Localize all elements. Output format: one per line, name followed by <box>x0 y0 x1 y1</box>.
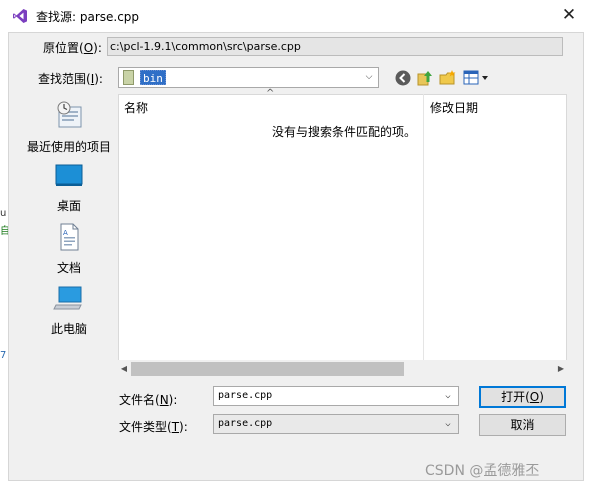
recent-items-icon <box>57 101 82 128</box>
filetype-label: 文件类型(T): <box>119 420 188 434</box>
watermark: CSDN @孟德雅丕 <box>425 463 540 479</box>
empty-message: 没有与搜索条件匹配的项。 <box>272 125 417 139</box>
place-label: 最近使用的项目 <box>26 140 111 154</box>
view-menu-button[interactable] <box>463 69 491 87</box>
scrollbar-thumb[interactable] <box>131 362 404 376</box>
place-label: 此电脑 <box>50 322 87 336</box>
location-field: c:\pcl-1.9.1\common\src\parse.cpp <box>107 37 563 56</box>
place-label: 桌面 <box>56 199 81 213</box>
svg-text:A: A <box>63 229 68 237</box>
desktop-icon <box>55 164 83 186</box>
chevron-down-icon[interactable]: ⌵ <box>442 418 454 430</box>
open-button[interactable]: 打开(O) <box>479 386 566 408</box>
cancel-button[interactable]: 取消 <box>479 414 566 436</box>
documents-icon: A <box>60 223 79 251</box>
place-documents[interactable]: A 文档 <box>26 222 112 276</box>
lookin-combo[interactable]: bin ⌵ <box>118 67 379 88</box>
place-this-pc[interactable]: 此电脑 <box>26 285 112 337</box>
filename-value: parse.cpp <box>218 390 273 401</box>
folder-icon <box>123 70 134 85</box>
visual-studio-icon <box>13 9 27 23</box>
lookin-label: 查找范围(I): <box>38 72 103 86</box>
this-pc-icon <box>53 286 82 310</box>
background-fragment: u <box>0 208 7 219</box>
scroll-right-icon[interactable]: ▶ <box>555 360 567 378</box>
column-header-name[interactable]: 名称 <box>124 99 148 116</box>
back-button[interactable] <box>393 68 413 88</box>
column-divider <box>423 94 424 360</box>
up-folder-button[interactable] <box>415 68 435 88</box>
place-desktop[interactable]: 桌面 <box>26 162 112 214</box>
location-label: 原位置(O): <box>43 41 102 55</box>
chevron-down-icon[interactable]: ⌵ <box>363 71 375 83</box>
window-title: 查找源: parse.cpp <box>36 10 140 24</box>
place-label: 文档 <box>56 261 81 275</box>
close-button[interactable]: ✕ <box>558 3 580 27</box>
new-folder-button[interactable] <box>438 68 458 88</box>
sort-arrow-icon: ^ <box>266 88 275 99</box>
filetype-value: parse.cpp <box>218 418 273 429</box>
filename-combo[interactable]: parse.cpp ⌵ <box>213 386 459 406</box>
background-fragment: 7 <box>0 350 7 361</box>
chevron-down-icon[interactable]: ⌵ <box>442 390 454 402</box>
place-recent[interactable]: 最近使用的项目 <box>26 99 112 155</box>
filename-label: 文件名(N): <box>119 393 178 407</box>
lookin-value: bin <box>140 70 166 85</box>
column-header-modified[interactable]: 修改日期 <box>430 99 478 116</box>
filetype-combo[interactable]: parse.cpp ⌵ <box>213 414 459 434</box>
scroll-left-icon[interactable]: ◀ <box>118 360 130 378</box>
